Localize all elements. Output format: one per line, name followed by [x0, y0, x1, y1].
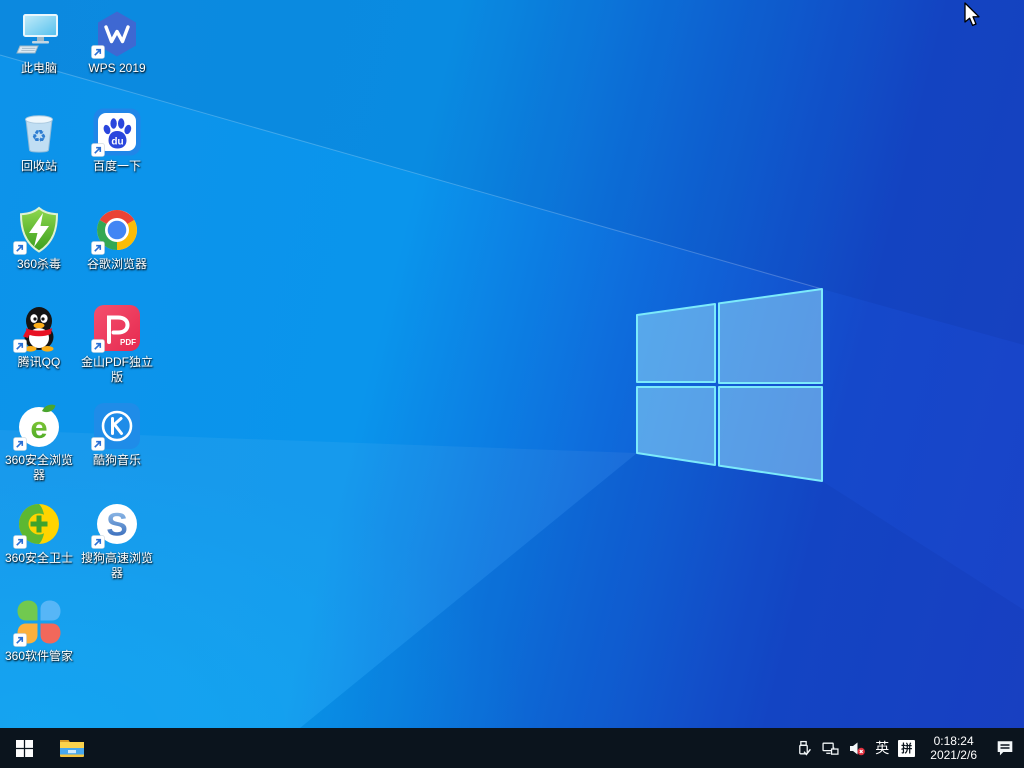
- action-center-icon: [996, 739, 1014, 757]
- desktop-icon-label: 360安全卫士: [5, 551, 73, 566]
- svg-text:S: S: [106, 507, 127, 543]
- desktop-icon-360-antivirus[interactable]: 360杀毒: [0, 206, 78, 272]
- desktop-icon-360-software-manager[interactable]: 360软件管家: [0, 598, 78, 664]
- file-explorer-icon: [59, 737, 85, 759]
- 360-secure-browser-icon: e: [15, 402, 63, 450]
- desktop-icon-google-chrome[interactable]: 谷歌浏览器: [78, 206, 156, 272]
- system-tray: 英 拼 0:18:24 2021/2/6: [794, 728, 1024, 768]
- shortcut-arrow-icon: [13, 633, 27, 647]
- shortcut-arrow-icon: [13, 437, 27, 451]
- svg-text:e: e: [30, 410, 47, 445]
- windows-logo-icon: [16, 740, 33, 757]
- kingsoft-pdf-icon: PDF: [93, 304, 141, 352]
- desktop-icon-kugou-music[interactable]: 酷狗音乐: [78, 402, 156, 468]
- 360-software-manager-icon: [15, 598, 63, 646]
- file-explorer-button[interactable]: [48, 728, 96, 768]
- taskbar-clock[interactable]: 0:18:24 2021/2/6: [924, 734, 983, 762]
- sogou-browser-icon: S: [93, 500, 141, 548]
- tencent-qq-icon: [15, 304, 63, 352]
- svg-text:PDF: PDF: [120, 338, 136, 347]
- recycle-bin-icon: ♻: [15, 108, 63, 156]
- network-tray-icon[interactable]: [821, 728, 839, 768]
- 360-antivirus-icon: [15, 206, 63, 254]
- svg-text:du: du: [111, 137, 123, 148]
- shortcut-arrow-icon: [91, 339, 105, 353]
- desktop-icon-baidu[interactable]: du 百度一下: [78, 108, 156, 174]
- desktop-icon-label: 360软件管家: [5, 649, 73, 664]
- desktop-icon-wps-2019[interactable]: WPS 2019: [78, 10, 156, 76]
- shortcut-arrow-icon: [13, 535, 27, 549]
- ime-pinyin-indicator[interactable]: 拼: [898, 740, 915, 757]
- desktop-icon-label: 金山PDF独立版: [79, 355, 155, 385]
- desktop-icon-360-safeguard[interactable]: 360安全卫士: [0, 500, 78, 566]
- shortcut-arrow-icon: [13, 241, 27, 255]
- desktop-icon-label: 腾讯QQ: [18, 355, 61, 370]
- this-pc-icon: [15, 10, 63, 58]
- desktop-icon-label: 回收站: [21, 159, 57, 174]
- mouse-cursor: [963, 2, 983, 28]
- baidu-icon: du: [93, 108, 141, 156]
- shortcut-arrow-icon: [91, 143, 105, 157]
- volume-muted-icon[interactable]: [848, 728, 866, 768]
- desktop-icon-label: 酷狗音乐: [93, 453, 141, 468]
- start-button[interactable]: [0, 728, 48, 768]
- usb-safely-remove-icon[interactable]: [794, 728, 812, 768]
- clock-date: 2021/2/6: [930, 748, 977, 762]
- action-center-button[interactable]: [992, 728, 1018, 768]
- shortcut-arrow-icon: [13, 339, 27, 353]
- desktop-icon-sogou-browser[interactable]: S 搜狗高速浏览器: [78, 500, 156, 581]
- desktop-icon-label: WPS 2019: [88, 61, 145, 76]
- shortcut-arrow-icon: [91, 45, 105, 59]
- shortcut-arrow-icon: [91, 241, 105, 255]
- desktop-icon-tencent-qq[interactable]: 腾讯QQ: [0, 304, 78, 370]
- google-chrome-icon: [93, 206, 141, 254]
- desktop-icon-label: 百度一下: [93, 159, 141, 174]
- desktop-icon-label: 谷歌浏览器: [87, 257, 147, 272]
- desktop-icon-360-secure-browser[interactable]: e 360安全浏览器: [0, 402, 78, 483]
- svg-text:♻: ♻: [31, 127, 46, 146]
- desktop-icon-kingsoft-pdf[interactable]: PDF 金山PDF独立版: [78, 304, 156, 385]
- wps-2019-icon: [93, 10, 141, 58]
- desktop: 此电脑 ♻ 回收站 360杀毒: [0, 0, 1024, 768]
- shortcut-arrow-icon: [91, 535, 105, 549]
- ime-language-indicator[interactable]: 英: [875, 728, 889, 768]
- desktop-icon-label: 此电脑: [21, 61, 57, 76]
- desktop-icon-label: 搜狗高速浏览器: [79, 551, 155, 581]
- desktop-icon-label: 360杀毒: [17, 257, 61, 272]
- 360-safeguard-icon: [15, 500, 63, 548]
- desktop-icon-recycle-bin[interactable]: ♻ 回收站: [0, 108, 78, 174]
- desktop-icon-label: 360安全浏览器: [1, 453, 77, 483]
- taskbar-left: [0, 728, 96, 768]
- clock-time: 0:18:24: [930, 734, 977, 748]
- taskbar: 英 拼 0:18:24 2021/2/6: [0, 728, 1024, 768]
- shortcut-arrow-icon: [91, 437, 105, 451]
- kugou-music-icon: [93, 402, 141, 450]
- desktop-icon-this-pc[interactable]: 此电脑: [0, 10, 78, 76]
